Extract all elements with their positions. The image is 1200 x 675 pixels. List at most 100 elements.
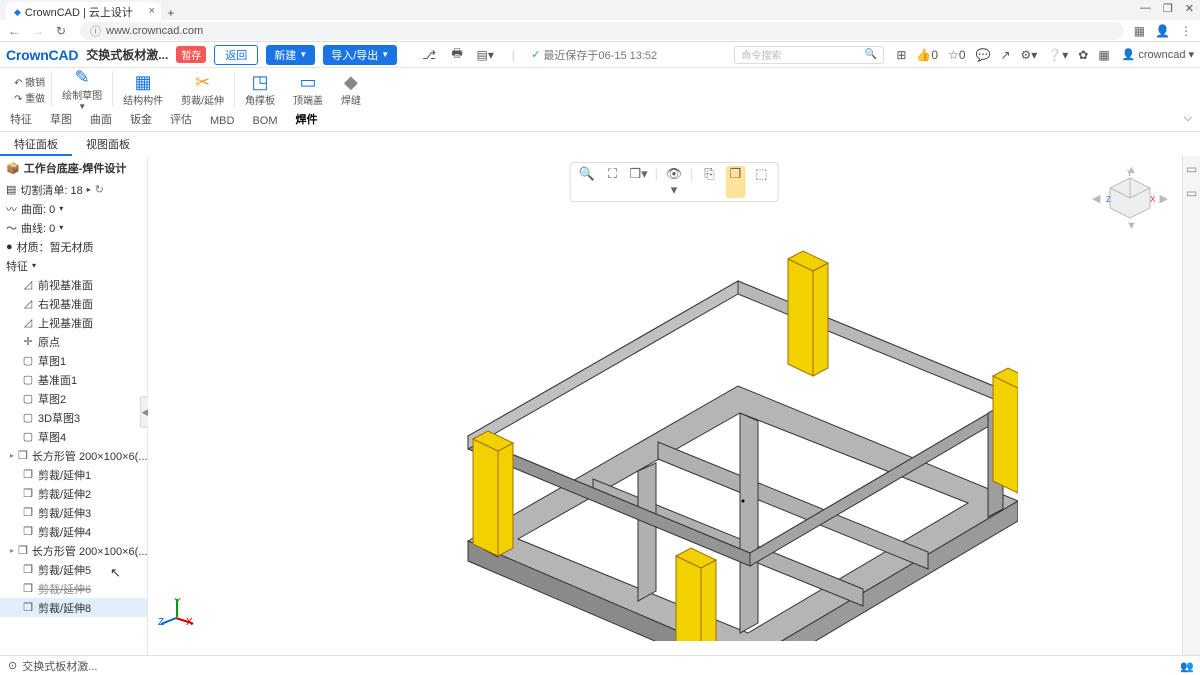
ribbon-undo-redo: ↶ 撤销 ↷ 重做	[8, 71, 52, 107]
tree-item[interactable]: ◿上视基准面	[0, 313, 147, 332]
close-tab-icon[interactable]: ×	[148, 5, 154, 17]
tab-sketch[interactable]: 草图	[50, 111, 72, 131]
reload-button[interactable]: ↻	[56, 24, 70, 38]
tree-item[interactable]: ❒剪裁/延伸3	[0, 503, 147, 522]
menu-icon[interactable]: ⋮	[1180, 24, 1192, 38]
people-icon[interactable]: 👥	[1180, 660, 1194, 673]
new-button[interactable]: 新建 ▼	[266, 45, 315, 65]
cut-list-row[interactable]: ▤ 切割清单: 18 ▸↻	[0, 180, 147, 199]
like-button[interactable]: 👍0	[916, 48, 938, 62]
tree-item[interactable]: ▢3D草图3	[0, 408, 147, 427]
tree-item[interactable]: ▢基准面1	[0, 370, 147, 389]
branch-icon[interactable]: ⎇	[419, 48, 439, 62]
tab-sheetmetal[interactable]: 钣金	[130, 111, 152, 131]
print-icon[interactable]: 🖶	[447, 44, 467, 65]
wireframe-icon[interactable]: ⬚	[751, 166, 771, 198]
ribbon-weld[interactable]: ◆焊缝	[333, 72, 369, 107]
visibility-icon[interactable]: 👁▾	[664, 166, 684, 198]
back-button[interactable]: ←	[8, 24, 22, 38]
browser-tab[interactable]: ◆ CrownCAD | 云上设计 ×	[6, 2, 161, 20]
box-icon[interactable]: ❒▾	[629, 166, 649, 198]
forward-button[interactable]: →	[32, 24, 46, 38]
surface-row[interactable]: 〰 曲面: 0 ▾	[0, 199, 147, 218]
tree-item[interactable]: ❒剪裁/延伸4	[0, 522, 147, 541]
rail-item-2[interactable]: ▭	[1186, 186, 1197, 200]
tree-item[interactable]: ▢草图1	[0, 351, 147, 370]
ribbon-endcap[interactable]: ▭顶端盖	[285, 72, 331, 107]
tree-item[interactable]: ❒剪裁/延伸1	[0, 465, 147, 484]
ribbon-structural[interactable]: ▦结构构件	[115, 72, 171, 107]
gear-icon[interactable]: ⚙▾	[1021, 48, 1038, 62]
top-icon-bar: ⊞ 👍0 ☆0 💬 ↗ ⚙▾ ❔▾ ✿ ▦	[892, 48, 1113, 62]
collapse-ribbon-icon[interactable]: ⌵	[1184, 112, 1192, 125]
page-icon[interactable]: ▤▾	[475, 48, 495, 62]
zoom-icon[interactable]: 🔍	[577, 166, 597, 198]
return-button[interactable]: 返回	[214, 45, 258, 65]
command-search[interactable]: 命令搜索🔍	[734, 46, 884, 64]
export-button[interactable]: 导入/导出 ▼	[323, 45, 397, 65]
user-menu[interactable]: 👤 crowncad ▾	[1122, 48, 1194, 61]
tree-item[interactable]: ❒剪裁/延伸6	[0, 579, 147, 598]
apps-icon[interactable]: ▦	[1098, 48, 1109, 62]
rail-item-1[interactable]: ▭	[1186, 162, 1197, 176]
shade-icon[interactable]: ❐	[725, 166, 745, 198]
help-icon[interactable]: ❔▾	[1047, 48, 1068, 62]
url-field[interactable]: ⓘ www.crowncad.com	[80, 22, 1124, 40]
lock-icon: ⓘ	[90, 23, 101, 39]
nav-cube[interactable]: Y Z X ▲ ▼ ◀ ▶	[1100, 168, 1160, 228]
fit-icon[interactable]: ⛶	[603, 166, 623, 198]
tree-item[interactable]: ▢草图2	[0, 389, 147, 408]
chat-icon[interactable]: 💬	[976, 48, 991, 62]
tree-item[interactable]: ❒剪裁/延伸8	[0, 598, 147, 617]
ribbon-trim[interactable]: ✂剪裁/延伸	[173, 72, 232, 107]
tree-item[interactable]: ▸ ❒长方形管 200×100×6(...	[0, 446, 147, 465]
tree-item[interactable]: ◿右视基准面	[0, 294, 147, 313]
tab-view-panel[interactable]: 视图面板	[72, 132, 144, 156]
sketch-icon: ✎	[75, 67, 90, 87]
new-tab-button[interactable]: +	[161, 6, 181, 20]
grid-icon[interactable]: ⊞	[896, 48, 906, 62]
check-icon: ✓	[531, 48, 540, 61]
star-button[interactable]: ☆0	[948, 48, 965, 62]
refresh-icon[interactable]: ↻	[95, 183, 104, 196]
trim-icon: ✂	[195, 72, 210, 92]
minimize-button[interactable]: —	[1140, 2, 1151, 15]
ribbon-sketch[interactable]: ✎ 绘制草图▼	[54, 67, 110, 111]
tree-item[interactable]: ❒剪裁/延伸2	[0, 484, 147, 503]
redo-button[interactable]: ↷ 重做	[14, 90, 45, 105]
curve-row[interactable]: 〜 曲线: 0 ▾	[0, 218, 147, 237]
tab-evaluate[interactable]: 评估	[170, 111, 192, 131]
ribbon-gusset[interactable]: ◳角撑板	[237, 72, 283, 107]
settings2-icon[interactable]: ✿	[1078, 48, 1088, 62]
tree-item[interactable]: ✛原点	[0, 332, 147, 351]
undo-button[interactable]: ↶ 撤销	[14, 74, 45, 89]
app-header: CrownCAD 交换式板材激... 暂存 返回 新建 ▼ 导入/导出 ▼ ⎇ …	[0, 42, 1200, 68]
tab-surface[interactable]: 曲面	[90, 111, 112, 131]
search-icon: 🔍	[865, 49, 877, 60]
tab-bom[interactable]: BOM	[252, 115, 277, 131]
close-button[interactable]: ✕	[1185, 2, 1194, 15]
tab-weldment[interactable]: 焊件	[296, 111, 318, 131]
panel-tabs: 特征面板 视图面板	[0, 132, 1200, 156]
viewport[interactable]: 🔍 ⛶ ❒▾ | 👁▾ | ⎘ ❐ ⬚	[148, 156, 1200, 655]
profile-icon[interactable]: 👤	[1155, 24, 1170, 38]
tree-item[interactable]: ▢草图4	[0, 427, 147, 446]
tree-item[interactable]: ❒剪裁/延伸5	[0, 560, 147, 579]
view-toolbar: 🔍 ⛶ ❒▾ | 👁▾ | ⎘ ❐ ⬚	[570, 162, 779, 202]
tab-mbd[interactable]: MBD	[210, 115, 234, 131]
tab-feature[interactable]: 特征	[10, 111, 32, 131]
copy-view-icon[interactable]: ⎘	[699, 166, 719, 198]
feature-header[interactable]: 特征 ▾	[0, 256, 147, 275]
tree-item[interactable]: ◿前视基准面	[0, 275, 147, 294]
maximize-button[interactable]: ❐	[1163, 2, 1173, 15]
tab-feature-panel[interactable]: 特征面板	[0, 132, 72, 156]
extension-icon[interactable]: ▦	[1134, 24, 1145, 38]
logo[interactable]: CrownCAD	[6, 47, 78, 63]
window-controls: — ❐ ✕	[1140, 2, 1194, 15]
share-icon[interactable]: ↗	[1000, 48, 1010, 62]
divider: |	[503, 48, 523, 62]
project-name: 交换式板材激...	[86, 46, 168, 63]
status-tab[interactable]: 交换式板材激...	[22, 658, 97, 674]
material-row[interactable]: ● 材质：暂无材质	[0, 237, 147, 256]
tree-item[interactable]: ▸ ❒长方形管 200×100×6(...	[0, 541, 147, 560]
